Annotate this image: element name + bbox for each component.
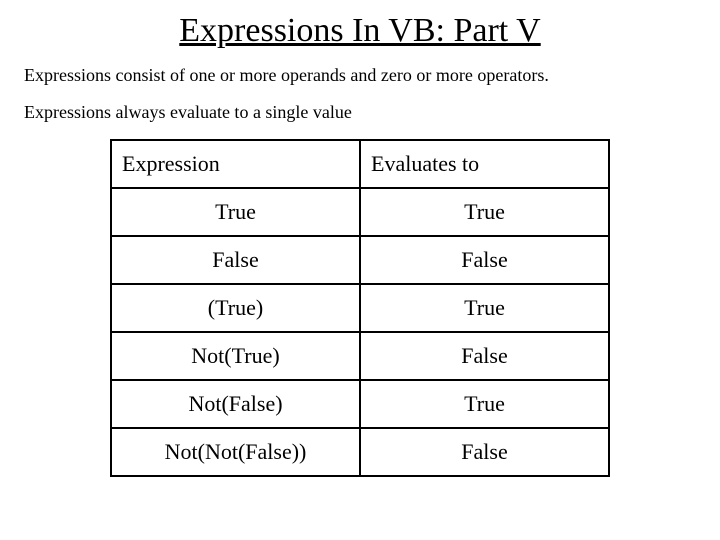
table-cell: True	[111, 188, 360, 236]
table-cell: False	[360, 236, 609, 284]
table-cell: Not(False)	[111, 380, 360, 428]
table-row: Not(Not(False)) False	[111, 428, 609, 476]
table-cell: True	[360, 188, 609, 236]
table-cell: False	[111, 236, 360, 284]
table-container: Expression Evaluates to True True False …	[20, 139, 700, 477]
table-row: (True) True	[111, 284, 609, 332]
table-row: Not(True) False	[111, 332, 609, 380]
table-row: False False	[111, 236, 609, 284]
table-header-cell: Expression	[111, 140, 360, 188]
table-cell: (True)	[111, 284, 360, 332]
table-cell: False	[360, 428, 609, 476]
table-header-row: Expression Evaluates to	[111, 140, 609, 188]
table-cell: Not(Not(False))	[111, 428, 360, 476]
expressions-table: Expression Evaluates to True True False …	[110, 139, 610, 477]
slide-title: Expressions In VB: Part V	[20, 12, 700, 50]
table-cell: Not(True)	[111, 332, 360, 380]
body-paragraph: Expressions consist of one or more opera…	[24, 64, 700, 87]
table-row: True True	[111, 188, 609, 236]
table-header-cell: Evaluates to	[360, 140, 609, 188]
slide: Expressions In VB: Part V Expressions co…	[0, 0, 720, 540]
table-row: Not(False) True	[111, 380, 609, 428]
table-cell: True	[360, 380, 609, 428]
body-paragraph: Expressions always evaluate to a single …	[24, 101, 700, 124]
table-cell: True	[360, 284, 609, 332]
table-cell: False	[360, 332, 609, 380]
